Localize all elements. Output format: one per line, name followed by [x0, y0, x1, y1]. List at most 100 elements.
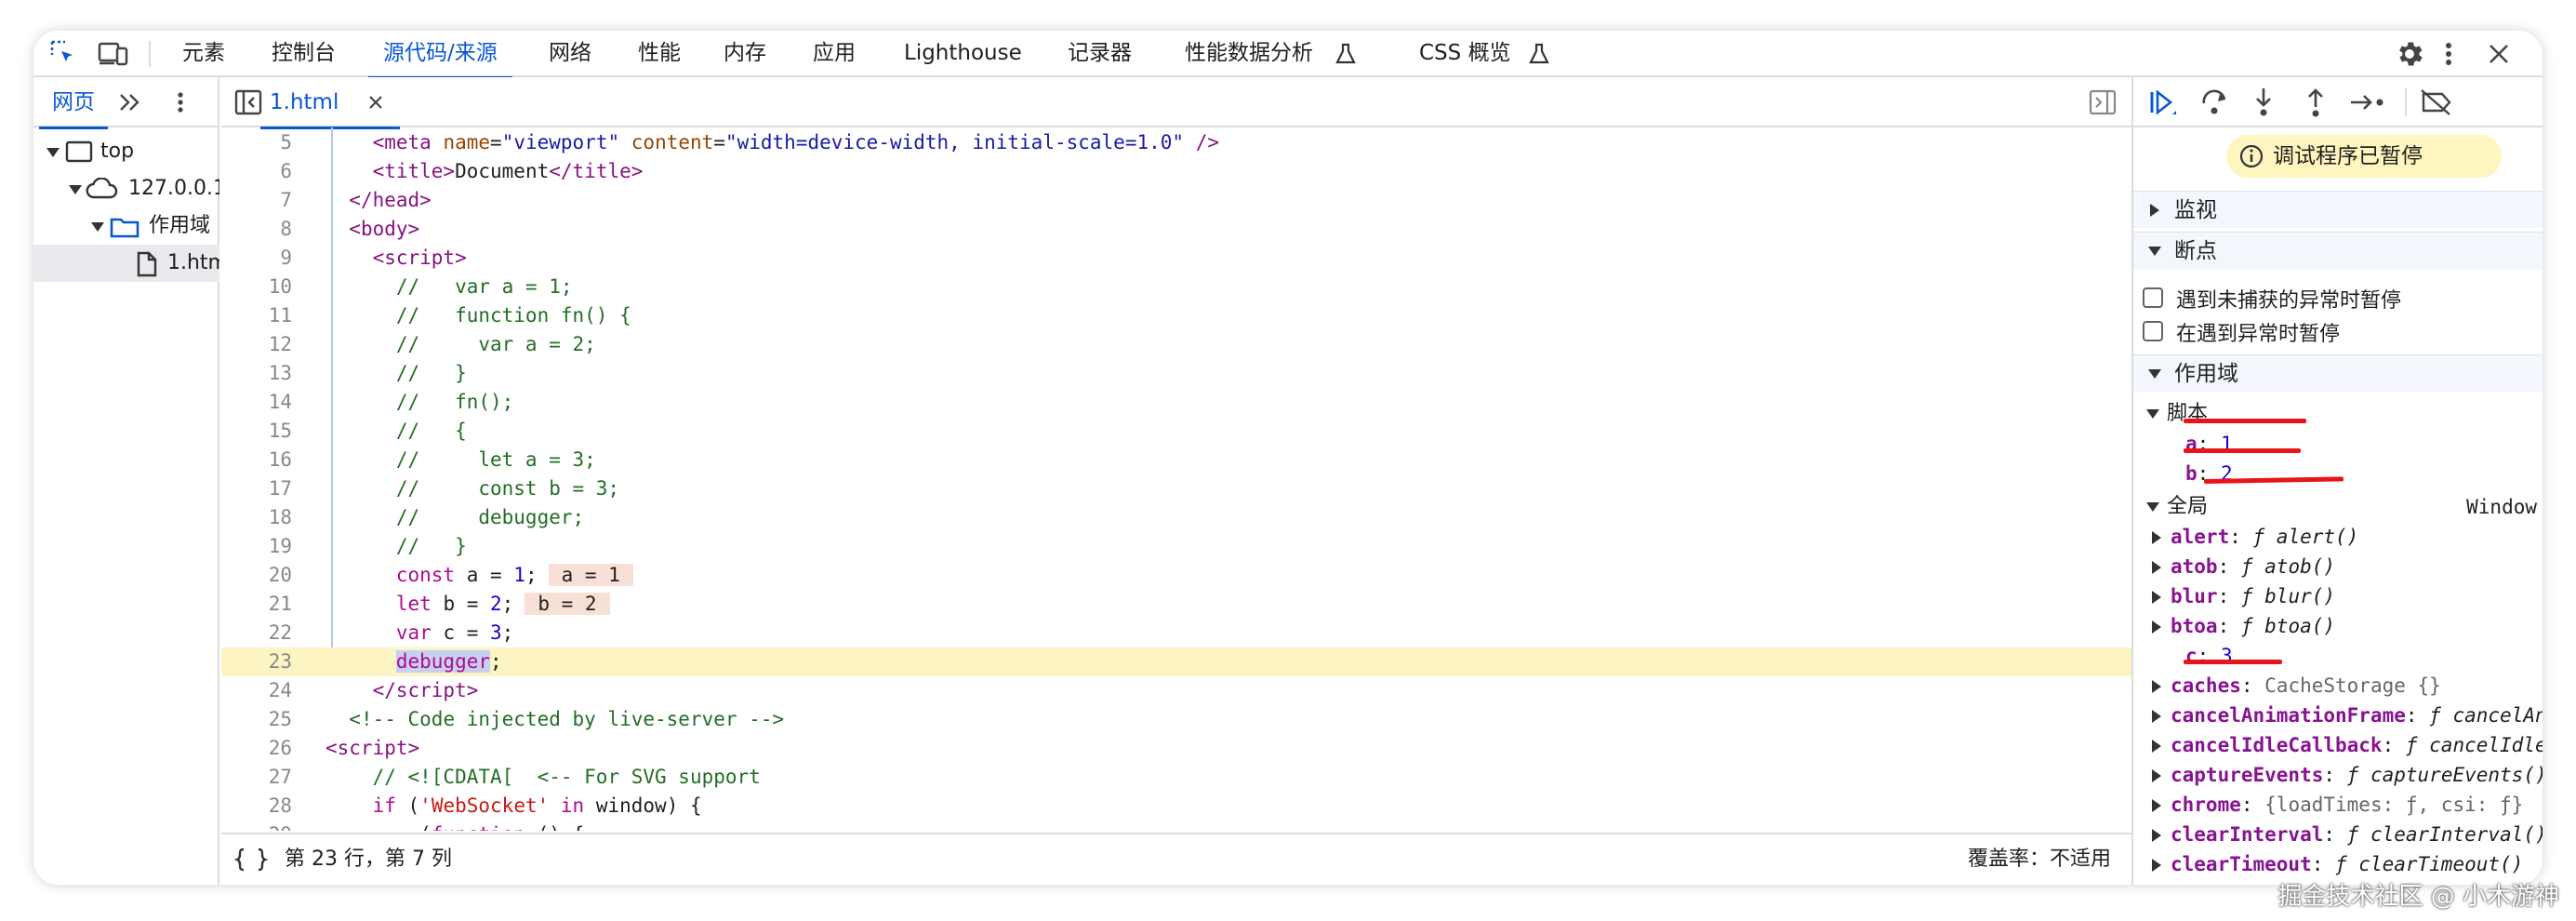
line-number[interactable]: 13 [221, 359, 292, 388]
inspect-element-icon[interactable] [48, 38, 78, 68]
tab-10[interactable]: CSS 概览 [1419, 31, 1511, 77]
scope-var[interactable]: b: 2 [2185, 459, 2233, 488]
code-line[interactable]: 17 // const b = 3; [221, 474, 2131, 503]
line-number[interactable]: 17 [221, 474, 292, 503]
tab-3[interactable]: 网络 [549, 31, 591, 77]
code-line[interactable]: 23 debugger; [221, 647, 2131, 676]
line-number[interactable]: 10 [221, 273, 292, 301]
expand-arrow-icon[interactable] [2152, 859, 2161, 872]
step-over-icon[interactable] [2200, 88, 2230, 118]
code-line[interactable]: 22 var c = 3; [221, 619, 2131, 647]
expand-arrow-icon[interactable] [46, 148, 60, 157]
close-tab-icon[interactable] [366, 93, 385, 112]
pause-caught-checkbox[interactable] [2143, 321, 2163, 341]
code-line[interactable]: 8 <body> [221, 215, 2131, 244]
global-property[interactable]: cancelIdleCallback: ƒ cancelIdleCallback… [2152, 730, 2543, 760]
code-line[interactable]: 5 <meta name="viewport" content="width=d… [221, 128, 2131, 157]
expand-arrow-icon[interactable] [2152, 591, 2161, 604]
code-line[interactable]: 21 let b = 2; b = 2 [221, 590, 2131, 619]
step-into-icon[interactable] [2251, 87, 2277, 118]
code-line[interactable]: 11 // function fn() { [221, 301, 2131, 330]
code-line[interactable]: 12 // var a = 2; [221, 330, 2131, 359]
step-icon[interactable] [2349, 90, 2386, 114]
line-number[interactable]: 16 [221, 446, 292, 474]
device-toolbar-icon[interactable] [97, 38, 130, 68]
deactivate-breakpoints-icon[interactable] [2420, 88, 2453, 116]
expand-arrow-icon[interactable] [2152, 829, 2161, 842]
section-breakpoints[interactable]: 断点 [2133, 232, 2543, 269]
line-number[interactable]: 28 [221, 792, 292, 821]
tree-item-top[interactable]: top [33, 133, 219, 170]
collapse-arrow-icon[interactable] [2148, 369, 2161, 379]
code-line[interactable]: 13 // } [221, 359, 2131, 388]
line-number[interactable]: 24 [221, 676, 292, 705]
code-line[interactable]: 20 const a = 1; a = 1 [221, 561, 2131, 590]
section-scope[interactable]: 作用域 [2133, 354, 2543, 392]
code-line[interactable]: 28 if ('WebSocket' in window) { [221, 792, 2131, 821]
tab-4[interactable]: 性能 [638, 31, 681, 77]
code-line[interactable]: 14 // fn(); [221, 388, 2131, 417]
code-line[interactable]: 18 // debugger; [221, 503, 2131, 532]
code-line[interactable]: 16 // let a = 3; [221, 446, 2131, 474]
global-property[interactable]: chrome: {loadTimes: ƒ, csi: ƒ} [2152, 790, 2523, 820]
expand-arrow-icon[interactable] [2152, 710, 2161, 723]
expand-arrow-icon[interactable] [2152, 799, 2161, 812]
global-property[interactable]: caches: CacheStorage {} [2152, 671, 2441, 701]
code-line[interactable]: 29 (function () { [221, 821, 2131, 831]
tab-8[interactable]: 记录器 [1068, 31, 1132, 77]
close-icon[interactable] [2485, 38, 2513, 70]
expand-arrow-icon[interactable] [2152, 769, 2161, 782]
navigator-more-icon[interactable] [175, 88, 186, 116]
collapse-arrow-icon[interactable] [2146, 409, 2159, 419]
line-number[interactable]: 25 [221, 705, 292, 734]
line-number[interactable]: 8 [221, 215, 292, 244]
code-line[interactable]: 25 <!-- Code injected by live-server --> [221, 705, 2131, 734]
file-tab[interactable]: 1.html [260, 77, 400, 129]
expand-arrow-icon[interactable] [2152, 561, 2161, 574]
tab-0[interactable]: 元素 [182, 31, 225, 77]
code-line[interactable]: 15 // { [221, 417, 2131, 446]
collapse-arrow-icon[interactable] [2146, 502, 2159, 512]
code-line[interactable]: 10 // var a = 1; [221, 273, 2131, 301]
tree-item-folder[interactable]: 作用域 [33, 207, 219, 245]
global-property[interactable]: cancelAnimationFrame: ƒ cancelAnimationF… [2152, 701, 2543, 730]
tab-6[interactable]: 应用 [813, 31, 856, 77]
collapse-arrow-icon[interactable] [2148, 247, 2161, 256]
gear-icon[interactable] [2394, 38, 2425, 70]
line-number[interactable]: 21 [221, 590, 292, 619]
tab-7[interactable]: Lighthouse [904, 31, 1022, 77]
chevron-double-right-icon[interactable] [117, 90, 143, 114]
expand-arrow-icon[interactable] [91, 222, 104, 232]
global-property[interactable]: clearInterval: ƒ clearInterval() [2152, 820, 2543, 849]
code-line[interactable]: 26 <script> [221, 734, 2131, 763]
line-number[interactable]: 9 [221, 244, 292, 273]
line-number[interactable]: 6 [221, 157, 292, 186]
code-line[interactable]: 7 </head> [221, 186, 2131, 215]
line-number[interactable]: 5 [221, 128, 292, 157]
global-property[interactable]: btoa: ƒ btoa() [2152, 611, 2335, 641]
tab-2[interactable]: 源代码/来源 [368, 31, 512, 79]
line-number[interactable]: 15 [221, 417, 292, 446]
code-line[interactable]: 27 // <![CDATA[ <-- For SVG support [221, 763, 2131, 792]
code-line[interactable]: 9 <script> [221, 244, 2131, 273]
line-number[interactable]: 14 [221, 388, 292, 417]
more-options-icon[interactable] [2442, 38, 2455, 70]
global-property[interactable]: alert: ƒ alert() [2152, 522, 2358, 552]
tab-9[interactable]: 性能数据分析 [1185, 31, 1313, 77]
global-property[interactable]: blur: ƒ blur() [2152, 581, 2335, 611]
toggle-debugger-icon[interactable] [2089, 89, 2117, 115]
expand-arrow-icon[interactable] [2150, 204, 2159, 217]
line-number[interactable]: 11 [221, 301, 292, 330]
tree-item-file[interactable]: 1.html [33, 245, 219, 282]
global-property[interactable]: clearTimeout: ƒ clearTimeout() [2152, 849, 2523, 879]
code-line[interactable]: 6 <title>Document</title> [221, 157, 2131, 186]
tab-page[interactable]: 网页 [39, 77, 108, 129]
code-line[interactable]: 19 // } [221, 532, 2131, 561]
line-number[interactable]: 20 [221, 561, 292, 590]
code-area[interactable]: 5 <meta name="viewport" content="width=d… [221, 127, 2131, 831]
section-watch[interactable]: 监视 [2133, 191, 2543, 228]
line-number[interactable]: 27 [221, 763, 292, 792]
line-number[interactable]: 18 [221, 503, 292, 532]
expand-arrow-icon[interactable] [69, 185, 82, 194]
pretty-print-icon[interactable] [234, 847, 268, 873]
